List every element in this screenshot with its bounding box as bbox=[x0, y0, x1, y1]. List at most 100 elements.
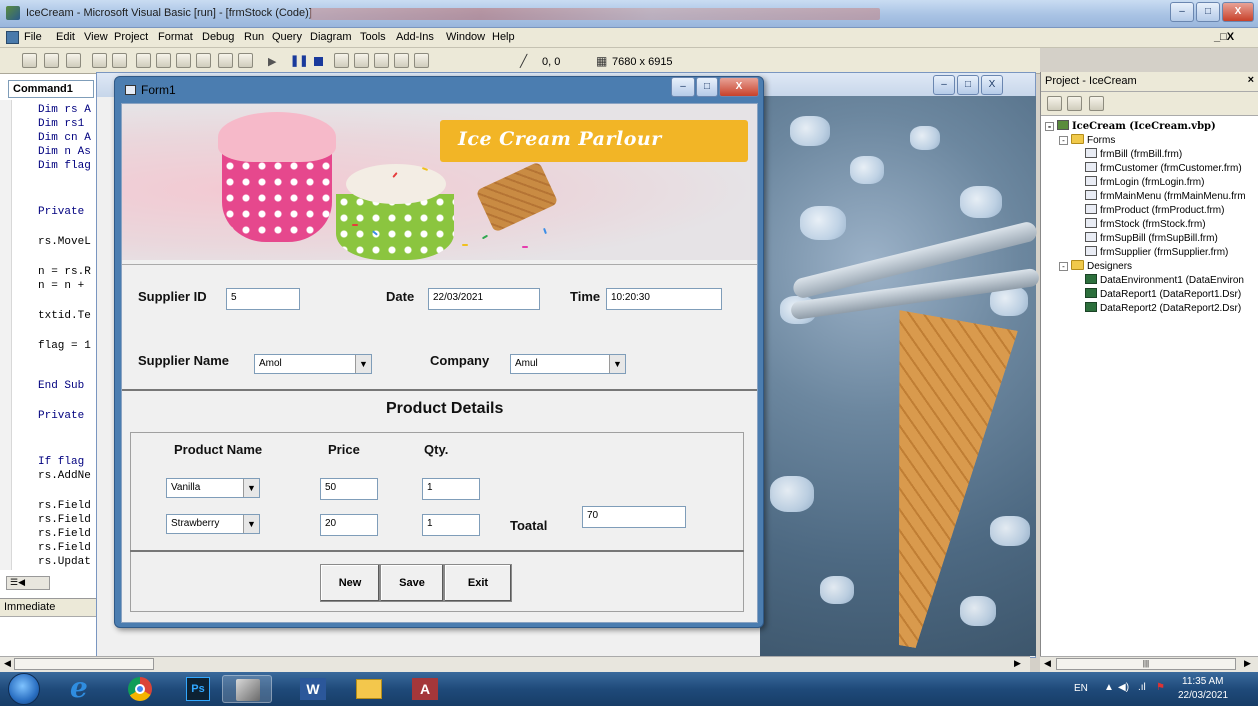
tree-form-item[interactable]: frmProduct (frmProduct.frm) bbox=[1085, 204, 1224, 216]
tree-designers-folder[interactable]: - Designers bbox=[1059, 260, 1132, 272]
tree-forms-folder[interactable]: - Forms bbox=[1059, 134, 1115, 146]
menu-query[interactable]: Query bbox=[272, 31, 302, 43]
menu-editor-icon[interactable] bbox=[66, 53, 81, 68]
clock-time[interactable]: 11:35 AM bbox=[1182, 676, 1224, 687]
scroll-thumb[interactable] bbox=[14, 658, 154, 670]
product-combo-2[interactable]: Strawberry ▼ bbox=[166, 514, 260, 534]
chevron-down-icon[interactable]: ▼ bbox=[243, 515, 259, 533]
menu-file[interactable]: File bbox=[24, 31, 42, 43]
copy-icon[interactable] bbox=[156, 53, 171, 68]
menu-view[interactable]: View bbox=[84, 31, 108, 43]
tree-designer-item[interactable]: DataEnvironment1 (DataEnviron bbox=[1085, 274, 1244, 286]
scroll-right-icon[interactable]: ▶ bbox=[1244, 658, 1251, 669]
qty-field-1[interactable]: 1 bbox=[422, 478, 480, 500]
chevron-down-icon[interactable]: ▼ bbox=[609, 355, 625, 373]
scroll-right-icon[interactable]: ▶ bbox=[1014, 658, 1021, 669]
scroll-left-icon[interactable]: ◀ bbox=[1044, 658, 1051, 669]
mdi-window-controls[interactable]: _□X bbox=[1214, 31, 1234, 43]
redo-icon[interactable] bbox=[238, 53, 253, 68]
photoshop-icon[interactable]: Ps bbox=[186, 677, 210, 701]
tree-designer-item[interactable]: DataReport1 (DataReport1.Dsr) bbox=[1085, 288, 1241, 300]
supplier-id-field[interactable]: 5 bbox=[226, 288, 300, 310]
add-project-icon[interactable] bbox=[22, 53, 37, 68]
find-icon[interactable] bbox=[196, 53, 211, 68]
new-button[interactable]: New bbox=[320, 564, 380, 602]
menu-project[interactable]: Project bbox=[114, 31, 148, 43]
chevron-down-icon[interactable]: ▼ bbox=[355, 355, 371, 373]
project-horizontal-scrollbar[interactable]: ◀ ||| ▶ bbox=[1040, 656, 1258, 672]
supplier-name-combo[interactable]: Amol ▼ bbox=[254, 354, 372, 374]
exit-button[interactable]: Exit bbox=[444, 564, 512, 602]
break-icon[interactable]: ❚❚ bbox=[290, 54, 308, 67]
open-project-icon[interactable] bbox=[92, 53, 107, 68]
form1-close-button[interactable]: X bbox=[719, 77, 759, 97]
add-form-icon[interactable] bbox=[44, 53, 59, 68]
save-project-icon[interactable] bbox=[112, 53, 127, 68]
tree-project-root[interactable]: - IceCream (IceCream.vbp) bbox=[1045, 120, 1216, 132]
bg-minimize-button[interactable]: – bbox=[933, 75, 955, 95]
volume-icon[interactable]: ◀) bbox=[1118, 682, 1129, 693]
toggle-folders-icon[interactable] bbox=[1089, 96, 1104, 111]
undo-icon[interactable] bbox=[218, 53, 233, 68]
chevron-down-icon[interactable]: ▼ bbox=[243, 479, 259, 497]
taskbar-explorer-app[interactable] bbox=[344, 675, 394, 703]
menu-run[interactable]: Run bbox=[244, 31, 264, 43]
scroll-thumb[interactable]: ||| bbox=[1056, 658, 1236, 670]
tree-form-item[interactable]: frmBill (frmBill.frm) bbox=[1085, 148, 1182, 160]
toolbox-icon[interactable] bbox=[414, 53, 429, 68]
bg-maximize-button[interactable]: □ bbox=[957, 75, 979, 95]
product-combo-1[interactable]: Vanilla ▼ bbox=[166, 478, 260, 498]
tree-form-item[interactable]: frmSupplier (frmSupplier.frm) bbox=[1085, 246, 1228, 258]
form-layout-icon[interactable] bbox=[374, 53, 389, 68]
paste-icon[interactable] bbox=[176, 53, 191, 68]
menu-addins[interactable]: Add-Ins bbox=[396, 31, 434, 43]
properties-window-icon[interactable] bbox=[354, 53, 369, 68]
bg-close-button[interactable]: X bbox=[981, 75, 1003, 95]
total-field[interactable]: 70 bbox=[582, 506, 686, 528]
save-button[interactable]: Save bbox=[380, 564, 444, 602]
clock-date[interactable]: 22/03/2021 bbox=[1178, 690, 1228, 701]
start-icon[interactable]: ▶ bbox=[268, 55, 276, 68]
end-icon[interactable] bbox=[314, 57, 323, 66]
cut-icon[interactable] bbox=[136, 53, 151, 68]
company-combo[interactable]: Amul ▼ bbox=[510, 354, 626, 374]
horizontal-scrollbar[interactable]: ◀ ▶ bbox=[0, 656, 1030, 672]
form1-minimize-button[interactable]: – bbox=[671, 77, 695, 97]
signal-icon[interactable]: .ıl bbox=[1138, 682, 1146, 693]
ie-icon[interactable]: e bbox=[70, 673, 88, 703]
price-field-1[interactable]: 50 bbox=[320, 478, 378, 500]
view-code-icon[interactable] bbox=[1047, 96, 1062, 111]
object-browser-icon[interactable] bbox=[394, 53, 409, 68]
menu-tools[interactable]: Tools bbox=[360, 31, 386, 43]
form1-maximize-button[interactable]: □ bbox=[696, 77, 718, 97]
close-button[interactable]: X bbox=[1222, 2, 1254, 22]
tray-expand-icon[interactable]: ▲ bbox=[1104, 682, 1114, 693]
maximize-button[interactable]: □ bbox=[1196, 2, 1220, 22]
tree-designer-item[interactable]: DataReport2 (DataReport2.Dsr) bbox=[1085, 302, 1241, 314]
tree-form-item[interactable]: frmMainMenu (frmMainMenu.frm bbox=[1085, 190, 1246, 202]
project-explorer-icon[interactable] bbox=[334, 53, 349, 68]
menu-help[interactable]: Help bbox=[492, 31, 515, 43]
menu-window[interactable]: Window bbox=[446, 31, 485, 43]
view-object-icon[interactable] bbox=[1067, 96, 1082, 111]
taskbar-word-app[interactable]: W bbox=[288, 675, 338, 703]
tree-form-item[interactable]: frmCustomer (frmCustomer.frm) bbox=[1085, 162, 1242, 174]
minimize-button[interactable]: – bbox=[1170, 2, 1194, 22]
menu-debug[interactable]: Debug bbox=[202, 31, 234, 43]
time-field[interactable]: 10:20:30 bbox=[606, 288, 722, 310]
price-field-2[interactable]: 20 bbox=[320, 514, 378, 536]
object-combo[interactable]: Command1 bbox=[8, 80, 94, 98]
menu-diagram[interactable]: Diagram bbox=[310, 31, 352, 43]
scroll-left-icon[interactable]: ◀ bbox=[4, 658, 11, 669]
tree-form-item[interactable]: frmLogin (frmLogin.frm) bbox=[1085, 176, 1204, 188]
tree-form-item[interactable]: frmSupBill (frmSupBill.frm) bbox=[1085, 232, 1218, 244]
chrome-icon[interactable] bbox=[128, 677, 152, 701]
language-indicator[interactable]: EN bbox=[1074, 683, 1088, 694]
menu-format[interactable]: Format bbox=[158, 31, 193, 43]
tree-form-item[interactable]: frmStock (frmStock.frm) bbox=[1085, 218, 1206, 230]
start-button-icon[interactable] bbox=[8, 673, 40, 705]
close-icon[interactable]: × bbox=[1248, 74, 1254, 86]
code-view-toggle[interactable]: ☰◀ bbox=[6, 576, 50, 590]
date-field[interactable]: 22/03/2021 bbox=[428, 288, 540, 310]
immediate-window[interactable] bbox=[0, 616, 100, 656]
